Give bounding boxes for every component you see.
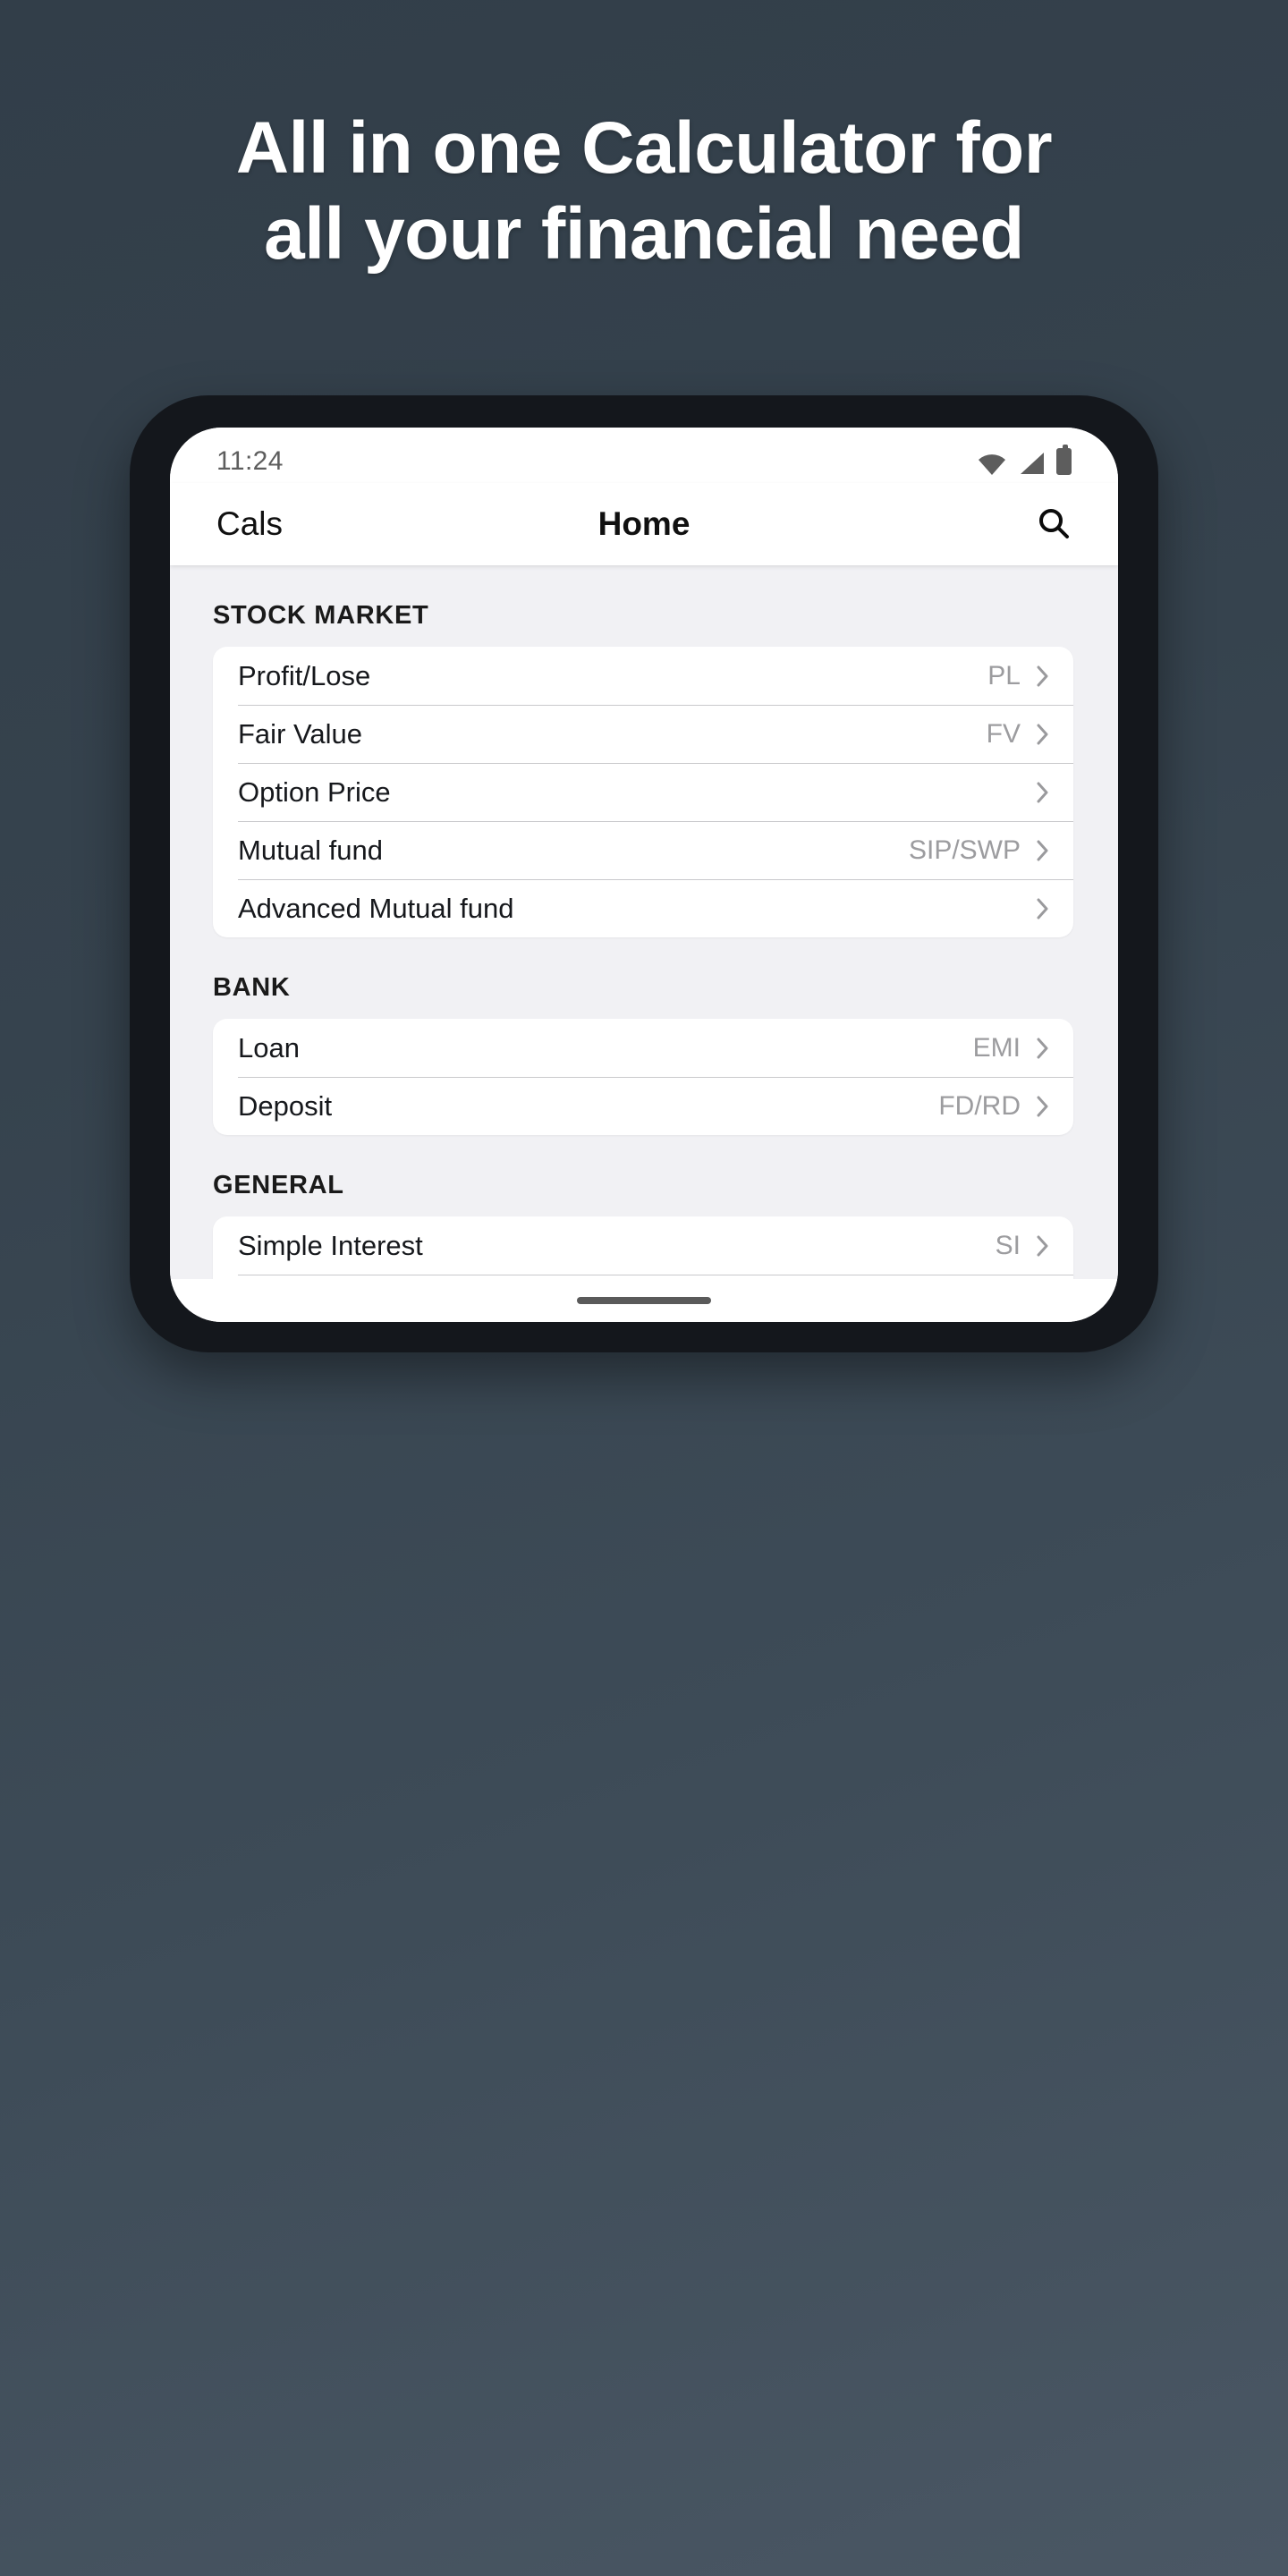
list-item[interactable]: Mutual fund SIP/SWP	[213, 821, 1073, 879]
headline-line-1: All in one Calculator for	[235, 107, 1053, 189]
list-item-trailing: EMI	[973, 1033, 1048, 1063]
chevron-right-icon	[1037, 1038, 1048, 1059]
list-item-badge: SI	[995, 1230, 1021, 1260]
home-indicator-area	[170, 1279, 1118, 1322]
section-card: Loan EMI Deposit FD/RD	[213, 1019, 1073, 1135]
chevron-right-icon	[1037, 782, 1048, 803]
battery-icon	[1056, 445, 1072, 475]
page-title: Home	[597, 505, 691, 542]
list-item-label: Loan	[238, 1031, 300, 1063]
status-bar-clock: 11:24	[216, 446, 284, 476]
wifi-icon	[978, 453, 1006, 475]
section-header: BANK	[213, 973, 291, 1002]
chevron-right-icon	[1037, 1235, 1048, 1257]
chevron-right-icon	[1037, 840, 1048, 861]
section-header: GENERAL	[213, 1171, 344, 1199]
cellular-signal-icon	[1018, 452, 1045, 475]
list-item[interactable]: Simple Interest SI	[213, 1216, 1073, 1275]
search-button[interactable]	[1036, 506, 1072, 542]
chevron-right-icon	[1037, 665, 1048, 687]
section-card: Simple Interest SI Compound InterestCI	[213, 1216, 1073, 1279]
list-item-trailing: FD/RD	[938, 1091, 1048, 1122]
list-item[interactable]: Deposit FD/RD	[213, 1077, 1073, 1135]
search-icon	[1036, 506, 1072, 542]
list-item-label: Fair Value	[238, 717, 362, 750]
list-item[interactable]: Option Price	[213, 763, 1073, 821]
list-item[interactable]: Advanced Mutual fund	[213, 879, 1073, 937]
list-item-trailing: PL	[987, 661, 1048, 691]
list-item-trailing	[1037, 782, 1048, 803]
list-item-badge: FD/RD	[938, 1090, 1021, 1121]
list-item-trailing: SIP/SWP	[909, 835, 1048, 866]
list-item-badge: PL	[987, 660, 1021, 691]
phone-screen: 11:24 Cals Home STOCK MARKET Profit/Lose…	[170, 428, 1118, 1322]
list-item-label: Option Price	[238, 775, 391, 808]
headline-line-2: all your financial need	[264, 192, 1024, 275]
list-item-trailing: FV	[987, 719, 1048, 750]
list-item-label: Mutual fund	[238, 834, 383, 866]
section-card: Profit/Lose PL Fair Value FV Option Price Mut…	[213, 647, 1073, 937]
list-item-label: Advanced Mutual fund	[238, 892, 514, 924]
calculator-list[interactable]: STOCK MARKET Profit/Lose PL Fair Value FV Opt…	[170, 565, 1118, 1279]
list-item-label: Simple Interest	[238, 1229, 423, 1261]
status-bar-icons	[978, 445, 1072, 475]
list-item-trailing	[1037, 898, 1048, 919]
phone-mockup: 11:24 Cals Home STOCK MARKET Profit/Lose…	[130, 395, 1158, 1352]
status-bar: 11:24	[170, 428, 1118, 483]
list-item-label: Profit/Lose	[238, 659, 371, 691]
list-item[interactable]: Profit/Lose PL	[213, 647, 1073, 705]
chevron-right-icon	[1037, 1096, 1048, 1117]
list-item-badge: EMI	[972, 1032, 1021, 1063]
chevron-right-icon	[1037, 724, 1048, 745]
app-bar: Cals Home	[170, 483, 1118, 565]
app-bar-brand-label[interactable]: Cals	[216, 505, 283, 543]
section-header: STOCK MARKET	[213, 601, 429, 630]
list-item-badge: FV	[986, 718, 1021, 749]
list-item-trailing: SI	[996, 1231, 1048, 1261]
page-headline: All in one Calculator for all your finan…	[0, 106, 1288, 277]
list-item-badge: SIP/SWP	[908, 835, 1021, 865]
list-item[interactable]: Compound InterestCI	[213, 1275, 1073, 1279]
gesture-home-bar[interactable]	[577, 1297, 711, 1304]
list-item[interactable]: Fair Value FV	[213, 705, 1073, 763]
list-item[interactable]: Loan EMI	[213, 1019, 1073, 1077]
list-item-label: Deposit	[238, 1089, 333, 1122]
chevron-right-icon	[1037, 898, 1048, 919]
